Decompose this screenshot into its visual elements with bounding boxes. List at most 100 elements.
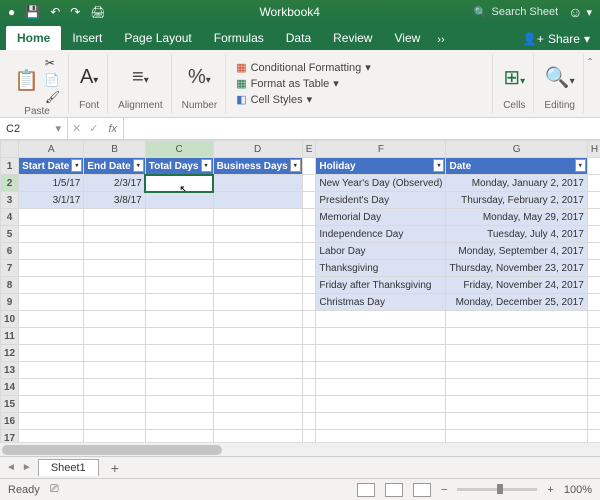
cell[interactable] <box>19 328 84 345</box>
filter-icon[interactable]: ▾ <box>133 159 144 172</box>
col-header-h[interactable]: H <box>587 141 600 158</box>
cell[interactable]: Independence Day <box>316 226 446 243</box>
copy-icon[interactable]: 📄 <box>45 73 60 87</box>
cell[interactable] <box>213 413 302 430</box>
zoom-in-button[interactable]: + <box>547 484 553 496</box>
row-header-16[interactable]: 16 <box>1 413 19 430</box>
cell[interactable]: Monday, December 25, 2017 <box>446 294 587 311</box>
editing-icon[interactable]: 🔍▾ <box>545 65 575 90</box>
cell[interactable] <box>145 192 213 209</box>
cell[interactable] <box>213 175 302 192</box>
sheet-prev-icon[interactable]: ◄ <box>6 462 16 473</box>
col-header-g[interactable]: G <box>446 141 587 158</box>
cell[interactable] <box>19 430 84 443</box>
cell[interactable] <box>587 294 600 311</box>
cell[interactable]: New Year's Day (Observed) <box>316 175 446 192</box>
cell[interactable]: Friday, November 24, 2017 <box>446 277 587 294</box>
view-page-break-icon[interactable] <box>413 483 431 497</box>
cell[interactable] <box>19 345 84 362</box>
row-header-12[interactable]: 12 <box>1 345 19 362</box>
cell[interactable]: Thursday, February 2, 2017 <box>446 192 587 209</box>
select-all-corner[interactable] <box>1 141 19 158</box>
cell[interactable] <box>84 311 145 328</box>
cell[interactable] <box>302 260 316 277</box>
cell[interactable] <box>302 192 316 209</box>
conditional-formatting-button[interactable]: ▦Conditional Formatting ▾ <box>236 60 371 75</box>
sheet-next-icon[interactable]: ► <box>22 462 32 473</box>
more-tabs-icon[interactable]: ›› <box>431 30 450 50</box>
cell[interactable] <box>302 328 316 345</box>
cell[interactable] <box>145 226 213 243</box>
cell[interactable] <box>316 345 446 362</box>
cell[interactable] <box>145 396 213 413</box>
row-header-3[interactable]: 3 <box>1 192 19 209</box>
cell[interactable] <box>19 277 84 294</box>
filter-icon[interactable]: ▾ <box>575 159 586 172</box>
cell[interactable] <box>446 396 587 413</box>
cell[interactable] <box>145 243 213 260</box>
cell[interactable]: Monday, January 2, 2017 <box>446 175 587 192</box>
cell[interactable]: Monday, May 29, 2017 <box>446 209 587 226</box>
row-header-4[interactable]: 4 <box>1 209 19 226</box>
cell[interactable] <box>302 379 316 396</box>
row-header-1[interactable]: 1 <box>1 158 19 175</box>
cell[interactable] <box>213 192 302 209</box>
cell[interactable] <box>587 260 600 277</box>
tab-home[interactable]: Home <box>6 26 61 50</box>
cell[interactable] <box>213 260 302 277</box>
cell[interactable] <box>19 209 84 226</box>
cell[interactable]: 3/1/17 <box>19 192 84 209</box>
row-header-13[interactable]: 13 <box>1 362 19 379</box>
cell[interactable]: 3/8/17 <box>84 192 145 209</box>
cell[interactable] <box>145 430 213 443</box>
cell[interactable] <box>302 362 316 379</box>
cell[interactable] <box>19 362 84 379</box>
cell[interactable] <box>213 277 302 294</box>
cell[interactable] <box>145 362 213 379</box>
cell[interactable] <box>302 294 316 311</box>
cell[interactable] <box>213 311 302 328</box>
undo-icon[interactable]: ↶ <box>50 5 60 19</box>
cell[interactable] <box>84 226 145 243</box>
cell[interactable] <box>84 243 145 260</box>
alignment-icon[interactable]: ≡▾ <box>132 66 149 89</box>
cell[interactable] <box>446 430 587 443</box>
cell[interactable]: Thursday, November 23, 2017 <box>446 260 587 277</box>
cell[interactable] <box>213 396 302 413</box>
cell[interactable] <box>213 430 302 443</box>
horizontal-scrollbar[interactable] <box>0 442 600 456</box>
paste-icon[interactable]: 📋 <box>14 68 39 93</box>
cell[interactable] <box>587 345 600 362</box>
spreadsheet-grid[interactable]: A B C D E F G H 1Start Date▾End Date▾Tot… <box>0 140 600 442</box>
cell[interactable] <box>84 413 145 430</box>
cell[interactable] <box>84 379 145 396</box>
cell[interactable] <box>587 175 600 192</box>
print-icon[interactable]: 🖨 <box>90 5 105 19</box>
search-box[interactable]: 🔍 Search Sheet <box>474 6 558 19</box>
cell[interactable] <box>587 311 600 328</box>
cell[interactable] <box>316 311 446 328</box>
cells-icon[interactable]: ⊞▾ <box>503 65 525 90</box>
zoom-out-button[interactable]: − <box>441 484 447 496</box>
cell[interactable] <box>84 430 145 443</box>
macro-record-icon[interactable]: ⎚ <box>50 483 59 496</box>
format-as-table-button[interactable]: ▦Format as Table ▾ <box>236 76 339 91</box>
cell[interactable] <box>446 328 587 345</box>
cell[interactable] <box>302 226 316 243</box>
cell[interactable] <box>587 396 600 413</box>
cell[interactable] <box>213 362 302 379</box>
cell[interactable] <box>316 430 446 443</box>
cell[interactable] <box>587 277 600 294</box>
cell[interactable] <box>145 294 213 311</box>
sheet-tab-1[interactable]: Sheet1 <box>38 459 99 476</box>
cell[interactable]: Monday, September 4, 2017 <box>446 243 587 260</box>
account-icon[interactable]: ☺ <box>568 4 582 20</box>
cell[interactable] <box>84 362 145 379</box>
cell[interactable] <box>302 311 316 328</box>
cell[interactable]: 1/5/17 <box>19 175 84 192</box>
cell[interactable] <box>213 294 302 311</box>
cell[interactable] <box>302 413 316 430</box>
cell[interactable] <box>587 413 600 430</box>
cell[interactable] <box>302 209 316 226</box>
number-icon[interactable]: %▾ <box>188 66 211 89</box>
